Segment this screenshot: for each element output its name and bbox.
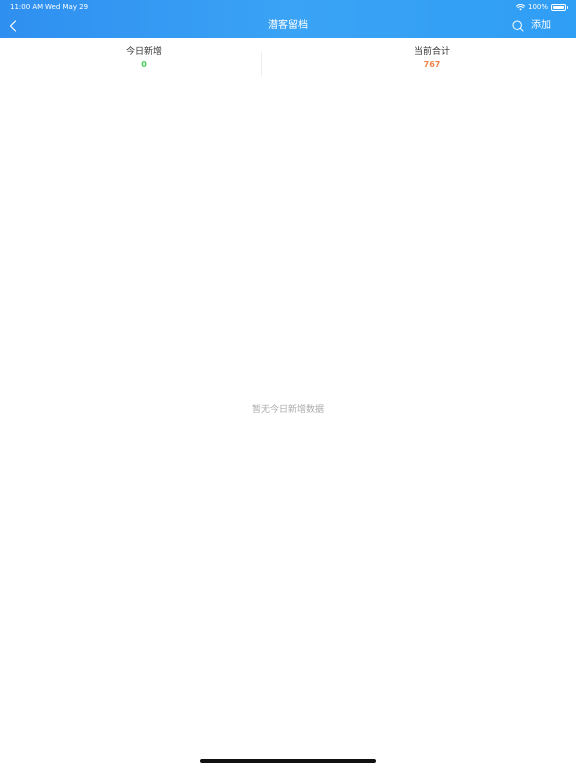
page-title: 潜客留档 [268, 20, 308, 31]
empty-state-message: 暂无今日新增数据 [251, 405, 324, 415]
battery-icon [551, 3, 568, 11]
add-button[interactable]: 添加 [531, 14, 551, 38]
search-button[interactable] [511, 19, 525, 33]
wifi-icon [515, 3, 525, 10]
status-bar: 11:00 AM Wed May 29 100% [0, 0, 576, 14]
stat-today-new-value: 0 [141, 59, 147, 69]
status-date: Wed May 29 [45, 3, 89, 11]
status-indicators: 100% [515, 0, 568, 14]
home-indicator[interactable] [200, 759, 376, 763]
stat-divider [261, 52, 262, 76]
stat-current-total-value: 767 [423, 59, 441, 69]
stats-summary: 今日新增 0 当前合计 767 [0, 38, 576, 78]
stat-current-total[interactable]: 当前合计 767 [288, 38, 576, 78]
search-icon [512, 20, 524, 32]
stat-today-new-label: 今日新增 [125, 46, 162, 57]
battery-percent: 100% [527, 3, 548, 11]
stat-today-new[interactable]: 今日新增 0 [0, 38, 288, 78]
status-time: 11:00 AM [10, 3, 44, 11]
app-header: 11:00 AM Wed May 29 100% 潜客留档 添加 [0, 0, 576, 38]
nav-bar: 潜客留档 添加 [0, 14, 576, 38]
stat-current-total-label: 当前合计 [413, 46, 450, 57]
